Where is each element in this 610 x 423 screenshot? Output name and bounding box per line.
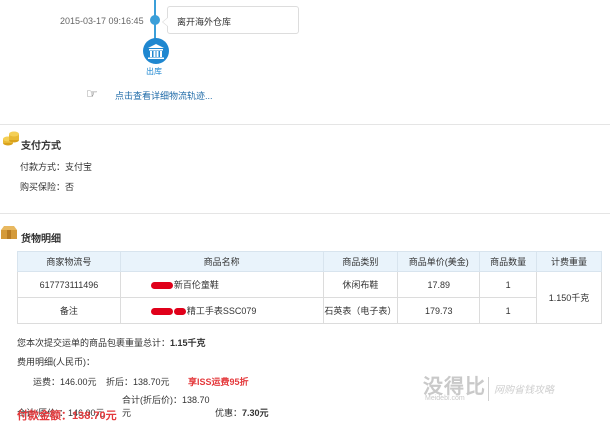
freight-fee: 运费：146.00元 (33, 377, 97, 387)
column-header: 商品单价(美金) (397, 251, 481, 272)
total-discounted: 合计(折后价)：138.70元 (122, 395, 210, 418)
redaction-mark (173, 308, 186, 316)
fee-title: 费用明细(人民币)： (17, 357, 95, 367)
payment-title: 支付方式 (21, 141, 61, 152)
pointing-hand-icon: ☞ (86, 86, 98, 101)
redaction-mark (150, 282, 173, 290)
table-row: 备注 精工手表SSC079 石英表（电子表） 179.73 1 (17, 297, 602, 324)
column-header: 商品名称 (119, 251, 324, 272)
timeline-time: 2015-03-17 09:16:45 (60, 16, 144, 26)
product-category: 休闲布鞋 (322, 271, 399, 298)
section-divider (0, 213, 610, 214)
product-name: 新百伦童鞋 (119, 271, 324, 298)
box-icon (0, 226, 17, 240)
track-details-link[interactable]: 点击查看详细物流轨迹... (115, 89, 213, 102)
watermark-separator (488, 377, 489, 401)
discount-value: 7.30元 (242, 408, 269, 418)
column-header: 商品类别 (322, 251, 399, 272)
column-header: 计费重量 (536, 251, 602, 272)
timeline-dot (150, 15, 160, 25)
product-price: 179.73 (397, 297, 481, 324)
goods-title: 货物明细 (21, 234, 61, 245)
billing-weight: 1.150千克 (536, 271, 602, 324)
table-row: 617773111496 新百伦童鞋 休闲布鞋 17.89 1 1.150千克 (17, 271, 602, 324)
payment-insurance: 购买保险：否 (20, 182, 75, 192)
goods-table: 商家物流号 商品名称 商品类别 商品单价(美金) 商品数量 计费重量 61777… (17, 251, 602, 324)
column-header: 商品数量 (479, 251, 538, 272)
product-qty: 1 (479, 297, 538, 324)
timeline-event: 离开海外仓库 (162, 6, 299, 34)
fee-row: 运费：146.00元 折后：138.70元 享ISS运费95折 (33, 375, 249, 388)
promo-badge: 享ISS运费95折 (188, 377, 249, 387)
table-header-row: 商家物流号 商品名称 商品类别 商品单价(美金) 商品数量 计费重量 (17, 251, 602, 272)
weight-summary: 您本次提交运单的商品包裹重量总计：1.15千克 (17, 338, 206, 348)
status-label: 出库 (146, 67, 162, 76)
discounted-fee: 折后：138.70元 (106, 377, 170, 387)
product-name: 精工手表SSC079 (119, 297, 324, 324)
redaction-mark (150, 308, 173, 316)
discount-label: 优惠： (215, 408, 243, 418)
watermark-slogan: 网购省钱攻略 (494, 385, 554, 396)
coins-icon (3, 131, 19, 146)
warehouse-out-icon (143, 38, 169, 64)
product-qty: 1 (479, 271, 538, 298)
section-divider (0, 124, 610, 125)
payment-method: 付款方式：支付宝 (20, 162, 93, 172)
tracking-number[interactable]: 617773111496 (17, 271, 121, 298)
remark-link[interactable]: 备注 (17, 297, 121, 324)
payment-amount: 付款金额：138.70元 (17, 410, 117, 422)
product-price: 17.89 (397, 271, 481, 298)
watermark-domain: Meidebi.com (425, 395, 465, 402)
total-weight: 1.15千克 (170, 338, 206, 348)
column-header: 商家物流号 (17, 251, 121, 272)
product-category: 石英表（电子表） (322, 297, 399, 324)
